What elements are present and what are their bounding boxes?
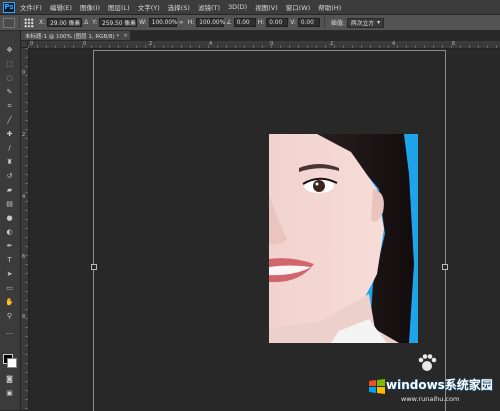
- move-tool-icon[interactable]: ✥: [4, 45, 15, 55]
- ruler-tick-label: 2: [330, 41, 334, 47]
- ruler-tick-label: 0: [30, 41, 34, 47]
- ruler-tick-label: 4: [22, 194, 26, 200]
- dodge-tool-icon[interactable]: ◐: [4, 227, 15, 237]
- rotate-angle-field[interactable]: 0.00: [233, 18, 256, 27]
- screen-mode-icon[interactable]: ▣: [4, 388, 15, 398]
- menu-file[interactable]: 文件(F): [20, 2, 42, 12]
- ruler-tick-label: 0: [22, 70, 26, 76]
- edit-toolbar-icon[interactable]: …: [4, 327, 15, 337]
- watermark-title: windows系统家园: [386, 378, 493, 392]
- ruler-tick-label: 6: [22, 254, 26, 260]
- rotate-angle-icon: ∠: [226, 19, 232, 26]
- pen-tool-icon[interactable]: ✒: [4, 241, 15, 251]
- horizontal-ruler[interactable]: [28, 41, 500, 49]
- divider: [323, 17, 325, 28]
- portrait-image: [269, 134, 418, 343]
- vertical-skew-field[interactable]: 0.00: [297, 18, 320, 27]
- transform-handle-right[interactable]: [442, 264, 448, 270]
- h-label: H:: [187, 19, 195, 26]
- clone-stamp-tool-icon[interactable]: ♜: [4, 157, 15, 167]
- ruler-tick-label: 4: [209, 41, 213, 47]
- horizontal-skew-field[interactable]: 0.00: [266, 18, 289, 27]
- divider: [19, 17, 20, 28]
- ruler-tick-label: 2: [149, 41, 153, 47]
- menu-help[interactable]: 帮助(H): [318, 2, 341, 12]
- paw-watermark-icon: [418, 354, 437, 371]
- y-position-field[interactable]: 259.50 像素: [99, 18, 138, 27]
- windows-logo-icon: [369, 379, 385, 394]
- transform-handle-left[interactable]: [91, 264, 97, 270]
- chevron-down-icon: ▾: [377, 19, 381, 26]
- document-tab[interactable]: 未标题-1 @ 100% (图层 1, RGB/8) * ×: [21, 31, 131, 40]
- y-label: Y:: [92, 19, 98, 26]
- healing-brush-tool-icon[interactable]: ✚: [4, 129, 15, 139]
- quick-mask-icon[interactable]: ◙: [4, 374, 15, 384]
- interpolation-select[interactable]: 两次立方 ▾: [346, 17, 385, 28]
- interpolation-label: 插值:: [330, 20, 345, 27]
- ruler-tick-label: 0: [270, 41, 274, 47]
- menu-view[interactable]: 视图(V): [255, 2, 278, 12]
- document-title: 未标题-1 @ 100% (图层 1, RGB/8) *: [25, 33, 120, 40]
- ruler-tick-label: 2: [22, 132, 26, 138]
- menu-image[interactable]: 图像(I): [80, 2, 100, 12]
- options-bar: X: 29.00 像素 Δ Y: 259.50 像素 W: 100.00% ∞ …: [0, 15, 500, 31]
- close-icon[interactable]: ×: [123, 33, 128, 39]
- reference-point-icon[interactable]: [24, 17, 34, 28]
- ruler-tick-label: 6: [452, 41, 456, 47]
- w-label: W:: [139, 19, 147, 26]
- path-selection-tool-icon[interactable]: ➤: [4, 269, 15, 279]
- x-position-field[interactable]: 29.00 像素: [47, 18, 83, 27]
- menu-3d[interactable]: 3D(D): [228, 3, 247, 11]
- marquee-tool-icon[interactable]: ⬚: [4, 59, 15, 69]
- lasso-tool-icon[interactable]: ◌: [4, 73, 15, 83]
- shape-tool-icon[interactable]: ▭: [4, 283, 15, 293]
- blur-tool-icon[interactable]: ●: [4, 213, 15, 223]
- vskew-label: V:: [290, 19, 296, 26]
- toolbox: ✥ ⬚ ◌ ✎ ⌗ ╱ ✚ ∕ ♜ ↺ ▰ ▤ ● ◐ ✒ T ➤ ▭ ✋ ⚲ …: [0, 31, 21, 410]
- interpolation-value: 两次立方: [350, 21, 375, 27]
- quick-select-tool-icon[interactable]: ✎: [4, 87, 15, 97]
- hskew-label: H:: [257, 19, 265, 26]
- brush-tool-icon[interactable]: ∕: [4, 143, 15, 153]
- hand-tool-icon[interactable]: ✋: [4, 297, 15, 307]
- link-icon[interactable]: ∞: [179, 19, 184, 26]
- delta-icon[interactable]: Δ: [84, 19, 88, 26]
- zoom-tool-icon[interactable]: ⚲: [4, 311, 15, 321]
- menu-layer[interactable]: 图层(L): [108, 2, 130, 12]
- gradient-tool-icon[interactable]: ▤: [4, 199, 15, 209]
- menu-edit[interactable]: 编辑(E): [50, 2, 72, 12]
- menu-type[interactable]: 文字(Y): [138, 2, 160, 12]
- type-tool-icon[interactable]: T: [4, 255, 15, 265]
- ruler-origin[interactable]: [21, 41, 28, 48]
- watermark-url: www.runaihu.com: [401, 395, 460, 403]
- menu-bar: Ps 文件(F) 编辑(E) 图像(I) 图层(L) 文字(Y) 选择(S) 滤…: [0, 0, 500, 15]
- x-label: X:: [39, 19, 46, 26]
- eyedropper-tool-icon[interactable]: ╱: [4, 115, 15, 125]
- ruler-tick-label: 0: [83, 41, 87, 47]
- photoshop-logo: Ps: [3, 1, 15, 13]
- ruler-tick-label: 4: [392, 41, 396, 47]
- menu-filter[interactable]: 滤镜(T): [198, 2, 220, 12]
- portrait-photo-layer[interactable]: [269, 134, 418, 343]
- width-field[interactable]: 100.00%: [148, 18, 178, 27]
- tool-preset-picker[interactable]: [3, 17, 15, 28]
- history-brush-tool-icon[interactable]: ↺: [4, 171, 15, 181]
- crop-tool-icon[interactable]: ⌗: [4, 101, 15, 111]
- menu-window[interactable]: 窗口(W): [286, 2, 311, 12]
- menu-select[interactable]: 选择(S): [168, 2, 190, 12]
- height-field[interactable]: 100.00%: [196, 18, 225, 27]
- vertical-ruler[interactable]: [21, 48, 29, 410]
- eraser-tool-icon[interactable]: ▰: [4, 185, 15, 195]
- ruler-tick-label: 8: [22, 314, 26, 320]
- background-color-swatch[interactable]: [7, 358, 17, 368]
